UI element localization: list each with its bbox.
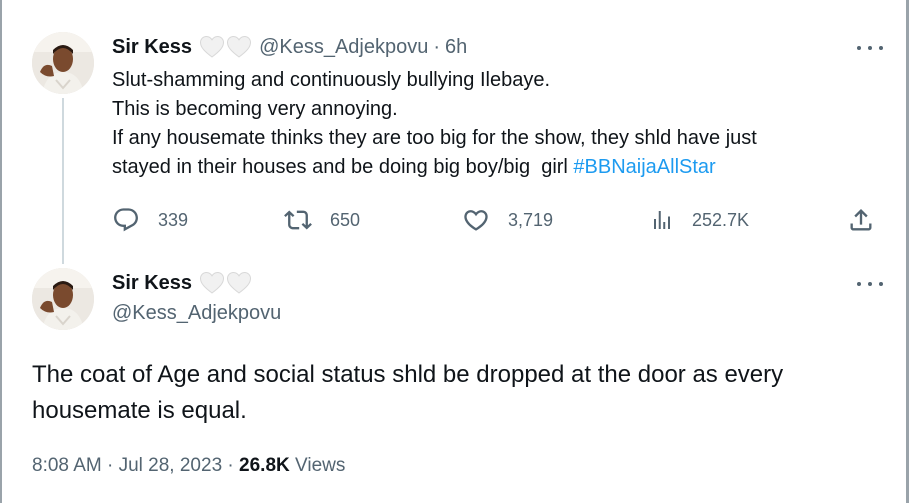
user-handle[interactable]: @Kess_Adjekpovu xyxy=(259,36,428,59)
separator-dot: · xyxy=(227,455,234,476)
hashtag-link[interactable]: #BBNaijaAllStar xyxy=(573,156,715,178)
main-tweet-text: The coat of Age and social status shld b… xyxy=(32,361,784,424)
share-button[interactable] xyxy=(847,203,875,237)
views-count: 252.7K xyxy=(692,209,750,230)
user-handle[interactable]: @Kess_Adjekpovu xyxy=(112,302,281,325)
views-label: Views xyxy=(295,455,346,476)
reply-icon xyxy=(114,208,138,232)
display-name[interactable]: Sir Kess xyxy=(112,272,192,295)
avatar[interactable] xyxy=(32,32,94,94)
white-heart-icon xyxy=(200,35,225,58)
tweet-text-line: This is becoming very annoying. xyxy=(112,98,398,120)
tweet-text-line: Slut-shamming and continuously bullying … xyxy=(112,69,551,91)
more-dots-icon xyxy=(857,46,861,50)
reply-count: 339 xyxy=(158,209,189,230)
tweet-actions-bar: 339 650 3,719 252.7K xyxy=(0,203,909,237)
tweet-date[interactable]: Jul 28, 2023 xyxy=(119,455,223,476)
tweet-header: Sir Kess @Kess_Adjekpovu · 6h xyxy=(112,34,467,60)
views-chart-icon xyxy=(654,211,670,229)
separator-dot: · xyxy=(107,455,114,476)
tweet-text-line: If any housemate thinks they are too big… xyxy=(112,127,757,149)
name-badges xyxy=(199,35,253,59)
more-dots-icon xyxy=(857,282,861,286)
tweet-meta: 8:08 AM · Jul 28, 2023 · 26.8K Views xyxy=(32,455,345,477)
tweet-timestamp[interactable]: 6h xyxy=(445,36,467,59)
name-badges xyxy=(199,271,253,295)
heart-icon xyxy=(464,210,488,231)
thread-connector-line xyxy=(62,98,64,264)
like-count: 3,719 xyxy=(508,209,554,230)
tweet-header: Sir Kess xyxy=(112,270,259,296)
retweet-icon xyxy=(284,210,312,230)
tweet-text-line: stayed in their houses and be doing big … xyxy=(112,156,716,178)
white-heart-icon xyxy=(227,35,252,58)
like-button[interactable]: 3,719 xyxy=(462,203,553,237)
tweet-text: Slut-shamming and continuously bullying … xyxy=(112,66,872,182)
more-options-button[interactable] xyxy=(857,38,883,58)
white-heart-icon xyxy=(200,271,225,294)
share-icon xyxy=(850,209,872,231)
white-heart-icon xyxy=(227,271,252,294)
separator-dot: · xyxy=(433,35,441,58)
retweet-button[interactable]: 650 xyxy=(284,203,360,237)
display-name[interactable]: Sir Kess xyxy=(112,36,192,59)
reply-button[interactable]: 339 xyxy=(112,203,188,237)
more-options-button[interactable] xyxy=(857,274,883,294)
views-button[interactable]: 252.7K xyxy=(650,203,749,237)
views-count: 26.8K xyxy=(239,455,290,476)
avatar[interactable] xyxy=(32,268,94,330)
retweet-count: 650 xyxy=(330,209,361,230)
tweet-time[interactable]: 8:08 AM xyxy=(32,455,102,476)
